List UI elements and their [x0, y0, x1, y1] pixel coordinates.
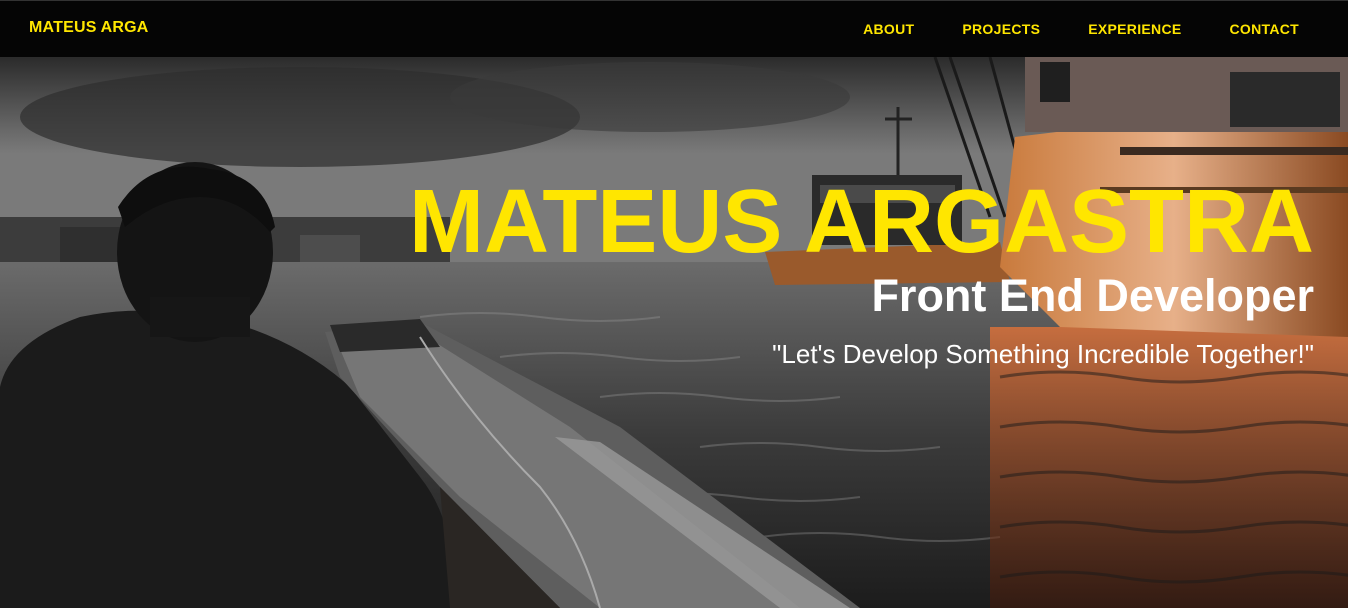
hero-name-heading: MATEUS ARGASTRA: [409, 172, 1314, 272]
nav-link-projects[interactable]: PROJECTS: [962, 21, 1040, 37]
page: MATEUS ARGA ABOUT PROJECTS EXPERIENCE CO…: [0, 0, 1348, 608]
hero-tagline-quote: "Let's Develop Something Incredible Toge…: [772, 339, 1314, 369]
nav-link-contact[interactable]: CONTACT: [1230, 21, 1300, 37]
nav-link-experience[interactable]: EXPERIENCE: [1088, 21, 1181, 37]
top-navbar: MATEUS ARGA ABOUT PROJECTS EXPERIENCE CO…: [0, 0, 1348, 57]
nav-link-about[interactable]: ABOUT: [863, 21, 914, 37]
hero-role-subtitle: Front End Developer: [871, 270, 1314, 321]
nav-links: ABOUT PROJECTS EXPERIENCE CONTACT: [863, 21, 1299, 37]
hero-section: MATEUS ARGASTRA Front End Developer "Let…: [0, 57, 1348, 608]
brand-logo-link[interactable]: MATEUS ARGA: [29, 19, 149, 37]
hero-text-block: MATEUS ARGASTRA Front End Developer "Let…: [409, 177, 1314, 369]
